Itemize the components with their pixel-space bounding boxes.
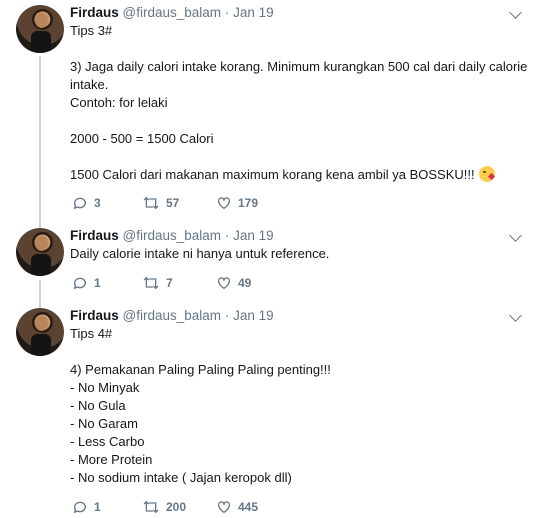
display-name[interactable]: Firdaus [70, 308, 119, 323]
like-count: 49 [238, 276, 252, 290]
retweet-icon [143, 277, 159, 289]
chevron-down-icon[interactable] [509, 229, 522, 242]
reply-count: 1 [94, 500, 101, 514]
tweet-date[interactable]: Jan 19 [233, 5, 274, 20]
tweet-header: Firdaus @firdaus_balam · Jan 19 [70, 307, 274, 325]
tweet-body: Tips 3# 3) Jaga daily calori intake kora… [70, 23, 528, 182]
retweet-count: 200 [166, 500, 187, 514]
chevron-down-icon[interactable] [509, 309, 522, 322]
reply-count: 1 [94, 276, 101, 290]
user-handle[interactable]: @firdaus_balam [123, 5, 222, 20]
tweet-header: Firdaus @firdaus_balam · Jan 19 [70, 227, 274, 245]
reply-count: 3 [94, 196, 101, 210]
avatar[interactable] [16, 228, 64, 276]
heart-icon [218, 277, 230, 289]
separator-dot: · [224, 308, 230, 323]
reply-button[interactable]: 1 [72, 274, 101, 292]
reply-icon [73, 277, 86, 289]
face-throwing-kiss-emoji [478, 166, 495, 182]
reply-icon [73, 501, 86, 513]
like-button[interactable]: 179 [216, 194, 258, 212]
like-button[interactable]: 445 [216, 498, 258, 516]
display-name[interactable]: Firdaus [70, 228, 119, 243]
thread-line [39, 280, 41, 302]
retweet-icon [143, 197, 159, 209]
retweet-button[interactable]: 200 [142, 498, 186, 516]
like-count: 445 [238, 500, 259, 514]
tweet-text: Tips 4# 4) Pemakanan Paling Paling Palin… [70, 326, 331, 485]
tweet-3[interactable]: Firdaus @firdaus_balam · Jan 19 Tips 4# … [0, 302, 538, 518]
separator-dot: · [224, 228, 230, 243]
tweet-header: Firdaus @firdaus_balam · Jan 19 [70, 4, 274, 22]
user-handle[interactable]: @firdaus_balam [123, 228, 222, 243]
tweet-text: Tips 3# 3) Jaga daily calori intake kora… [70, 22, 527, 184]
like-count: 179 [238, 196, 259, 210]
reply-button[interactable]: 1 [72, 498, 101, 516]
retweet-count: 57 [166, 196, 180, 210]
tweet-date[interactable]: Jan 19 [233, 228, 274, 243]
heart-icon [218, 197, 230, 209]
retweet-count: 7 [166, 276, 173, 290]
tweet-2[interactable]: Firdaus @firdaus_balam · Jan 19 Daily ca… [0, 222, 538, 302]
retweet-button[interactable]: 7 [142, 274, 173, 292]
separator-dot: · [224, 5, 230, 20]
tweet-1[interactable]: Firdaus @firdaus_balam · Jan 19 Tips 3# … [0, 0, 538, 222]
reply-button[interactable]: 3 [72, 194, 101, 212]
tweet-text: Daily calorie intake ni hanya untuk refe… [70, 246, 330, 261]
like-button[interactable]: 49 [216, 274, 251, 292]
thread-line [39, 56, 41, 222]
avatar[interactable] [16, 5, 64, 53]
retweet-icon [143, 501, 159, 513]
reply-icon [73, 197, 86, 209]
chevron-down-icon[interactable] [509, 6, 522, 19]
avatar[interactable] [16, 308, 64, 356]
retweet-button[interactable]: 57 [142, 194, 179, 212]
display-name[interactable]: Firdaus [70, 5, 119, 20]
user-handle[interactable]: @firdaus_balam [123, 308, 222, 323]
heart-icon [218, 501, 230, 513]
tweet-date[interactable]: Jan 19 [233, 308, 274, 323]
